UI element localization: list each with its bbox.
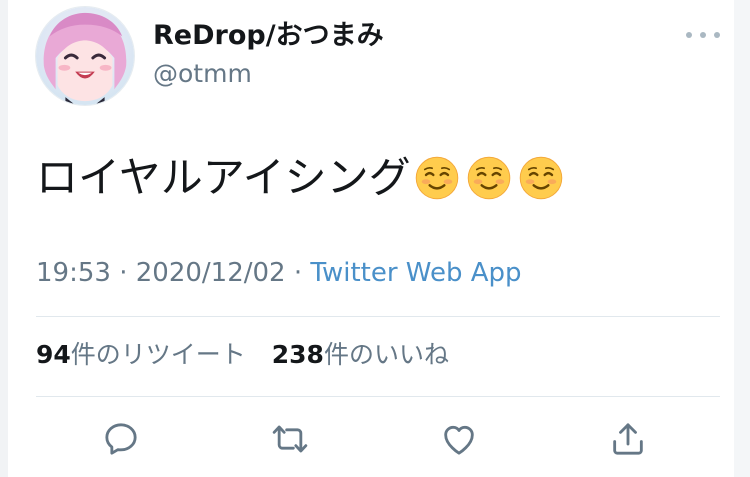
- reply-icon: [105, 423, 137, 455]
- divider: [36, 316, 720, 317]
- more-options-button[interactable]: [686, 26, 720, 44]
- retweet-stat[interactable]: 94件のリツイート: [36, 340, 246, 369]
- retweet-button[interactable]: [265, 414, 315, 464]
- emoji-group: [415, 156, 571, 200]
- smiling-face-emoji: [415, 156, 458, 200]
- meta-separator: ·: [293, 258, 303, 288]
- window-right-edge: [734, 0, 750, 477]
- tweet-text-content: ロイヤルアイシング: [36, 153, 411, 202]
- smiling-face-emoji: [519, 156, 562, 200]
- retweet-label: 件のリツイート: [70, 340, 246, 369]
- share-button[interactable]: [603, 414, 653, 464]
- retweet-icon: [272, 425, 308, 453]
- tweet-card: ReDrop/おつまみ @otmm ロイヤルアイシング 19:53 · 2020…: [8, 0, 734, 477]
- divider: [36, 396, 720, 397]
- user-handle[interactable]: @otmm: [153, 58, 252, 90]
- tweet-actions: [8, 414, 734, 464]
- avatar[interactable]: [35, 6, 135, 106]
- avatar-image: [36, 7, 134, 105]
- window-left-edge: [0, 0, 8, 477]
- like-button[interactable]: [434, 414, 484, 464]
- display-name[interactable]: ReDrop/おつまみ: [153, 18, 384, 54]
- reply-button[interactable]: [96, 414, 146, 464]
- more-dot-icon: [686, 32, 692, 38]
- tweet-meta: 19:53 · 2020/12/02 · Twitter Web App: [36, 256, 522, 290]
- more-dot-icon: [700, 32, 706, 38]
- retweet-count: 94: [36, 340, 71, 369]
- tweet-text: ロイヤルアイシング: [36, 152, 571, 204]
- tweet-source-link[interactable]: Twitter Web App: [310, 258, 521, 288]
- tweet-time[interactable]: 19:53: [36, 258, 111, 288]
- like-label: 件のいいね: [323, 340, 449, 369]
- share-icon: [613, 423, 643, 455]
- tweet-date[interactable]: 2020/12/02: [136, 258, 286, 288]
- tweet-stats: 94件のリツイート 238件のいいね: [36, 338, 449, 372]
- smiling-face-emoji: [467, 156, 510, 200]
- more-dot-icon: [714, 32, 720, 38]
- like-stat[interactable]: 238件のいいね: [272, 340, 449, 369]
- like-count: 238: [271, 340, 324, 369]
- meta-separator: ·: [119, 258, 128, 288]
- like-icon: [444, 425, 474, 455]
